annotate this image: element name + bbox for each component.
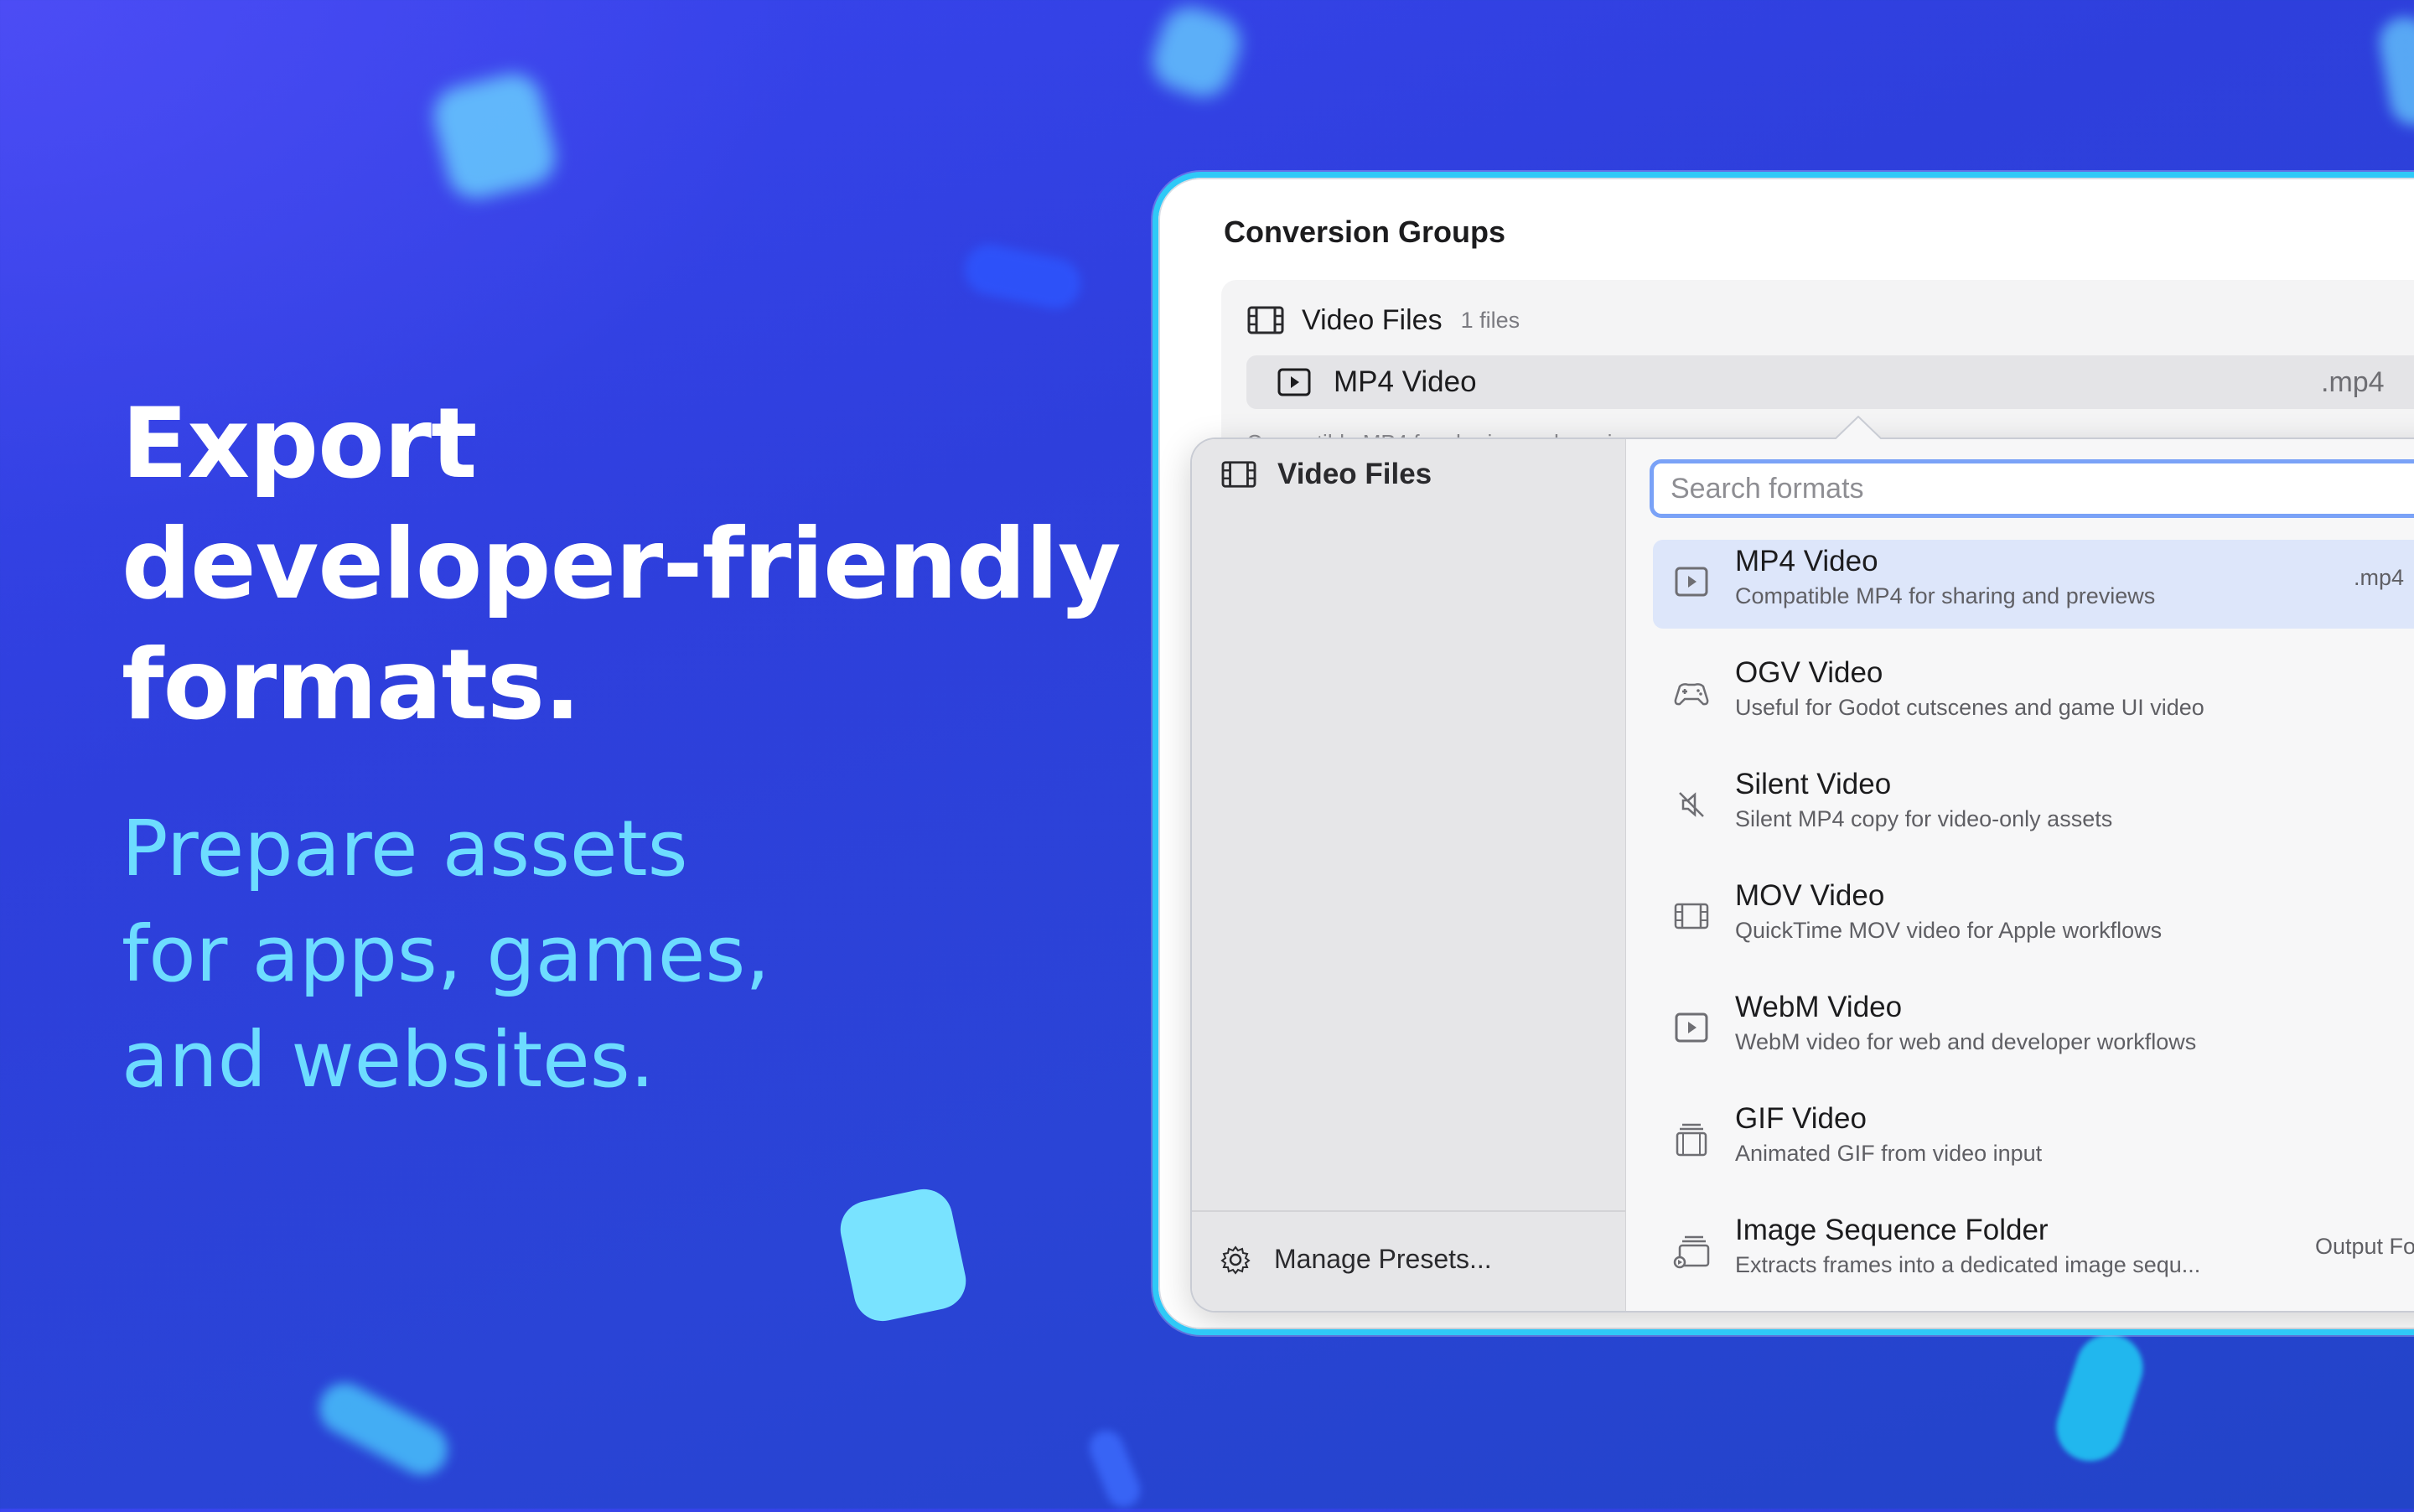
- format-title: MOV Video: [1735, 879, 1885, 912]
- app-window: Conversion Groups Video Files 1 files MP…: [1153, 172, 2414, 1335]
- format-picker-popover: Video Files Manage Presets... Search for…: [1190, 416, 2414, 1313]
- format-description: Compatible MP4 for sharing and previews: [1735, 583, 2156, 608]
- format-description: Silent MP4 copy for video-only assets: [1735, 806, 2113, 831]
- film-icon: [1674, 903, 1709, 929]
- format-list: MP4 Video Compatible MP4 for sharing and…: [1653, 540, 2414, 1311]
- format-item-silent[interactable]: Silent Video Silent MP4 copy for video-o…: [1653, 763, 2414, 874]
- format-description: Extracts frames into a dedicated image s…: [1735, 1252, 2201, 1277]
- popover-arrow: [1833, 416, 1883, 441]
- subline-line: for apps, games,: [122, 909, 770, 999]
- format-description: WebM video for web and developer workflo…: [1735, 1029, 2197, 1054]
- group-name: Video Files: [1302, 303, 1443, 336]
- group-file-count: 1 files: [1460, 307, 1520, 333]
- format-item-mov[interactable]: MOV Video QuickTime MOV video for Apple …: [1653, 874, 2414, 986]
- conversion-group-card: Video Files 1 files MP4 Video .mp4 Compa…: [1221, 280, 2414, 464]
- subline-line: Prepare assets: [122, 804, 688, 893]
- format-title: Silent Video: [1735, 768, 1892, 800]
- format-item-webm[interactable]: WebM Video WebM video for web and develo…: [1653, 986, 2414, 1097]
- speaker-muted-icon: [1679, 792, 1704, 817]
- search-field[interactable]: [1650, 459, 2414, 518]
- group-header: Video Files 1 files: [1246, 300, 1520, 340]
- play-box-icon: [1675, 567, 1708, 597]
- headline-line: Export: [122, 387, 477, 500]
- play-box-icon: [1277, 368, 1311, 396]
- window-title: Conversion Groups: [1224, 215, 1506, 249]
- play-box-icon: [1675, 1012, 1708, 1043]
- format-extension: .mp4: [2354, 565, 2405, 590]
- format-dropdown[interactable]: MP4 Video .mp4: [1246, 355, 2414, 409]
- gear-icon: [1220, 1245, 1251, 1275]
- format-item-ogv[interactable]: OGV Video Useful for Godot cutscenes and…: [1653, 651, 2414, 763]
- film-stack-icon: [1676, 1123, 1707, 1157]
- selected-format-extension: .mp4: [2321, 365, 2385, 398]
- format-extension: Output Fo: [2315, 1234, 2414, 1259]
- format-title: GIF Video: [1735, 1102, 1867, 1135]
- sidebar-item-label: Video Files: [1277, 458, 1432, 490]
- format-item-mp4[interactable]: MP4 Video Compatible MP4 for sharing and…: [1653, 540, 2414, 651]
- popover-format-panel: MP4 Video Compatible MP4 for sharing and…: [1626, 439, 2414, 1311]
- film-icon: [1247, 306, 1284, 334]
- format-item-image-sequence[interactable]: Image Sequence Folder Extracts frames in…: [1653, 1209, 2414, 1311]
- format-description: Useful for Godot cutscenes and game UI v…: [1735, 695, 2204, 720]
- format-item-gif[interactable]: GIF Video Animated GIF from video input: [1653, 1097, 2414, 1209]
- manage-presets-label: Manage Presets...: [1274, 1244, 1492, 1274]
- format-title: OGV Video: [1735, 656, 1883, 689]
- headline-line: developer-friendly: [122, 508, 1122, 621]
- format-description: Animated GIF from video input: [1735, 1141, 2043, 1166]
- image-stack-icon: [1673, 1235, 1710, 1269]
- manage-presets-button[interactable]: Manage Presets...: [1220, 1244, 1492, 1275]
- marketing-subline: Prepare assets for apps, games, and webs…: [122, 796, 770, 1113]
- gamepad-icon: [1674, 683, 1709, 706]
- subline-line: and websites.: [122, 1015, 655, 1105]
- popover-sidebar: Video Files Manage Presets...: [1192, 439, 1626, 1311]
- format-title: MP4 Video: [1735, 545, 1878, 577]
- selected-format-label: MP4 Video: [1334, 365, 1477, 398]
- film-icon: [1221, 461, 1256, 488]
- search-input[interactable]: [1669, 471, 2414, 506]
- headline-line: formats.: [122, 629, 581, 742]
- format-title: WebM Video: [1735, 991, 1903, 1023]
- format-description: QuickTime MOV video for Apple workflows: [1735, 918, 2163, 943]
- sidebar-divider: [1192, 1210, 1625, 1212]
- marketing-headline: Export developer-friendly formats.: [122, 384, 1122, 746]
- sidebar-item-video-files[interactable]: Video Files: [1220, 458, 1432, 491]
- format-title: Image Sequence Folder: [1735, 1214, 2049, 1246]
